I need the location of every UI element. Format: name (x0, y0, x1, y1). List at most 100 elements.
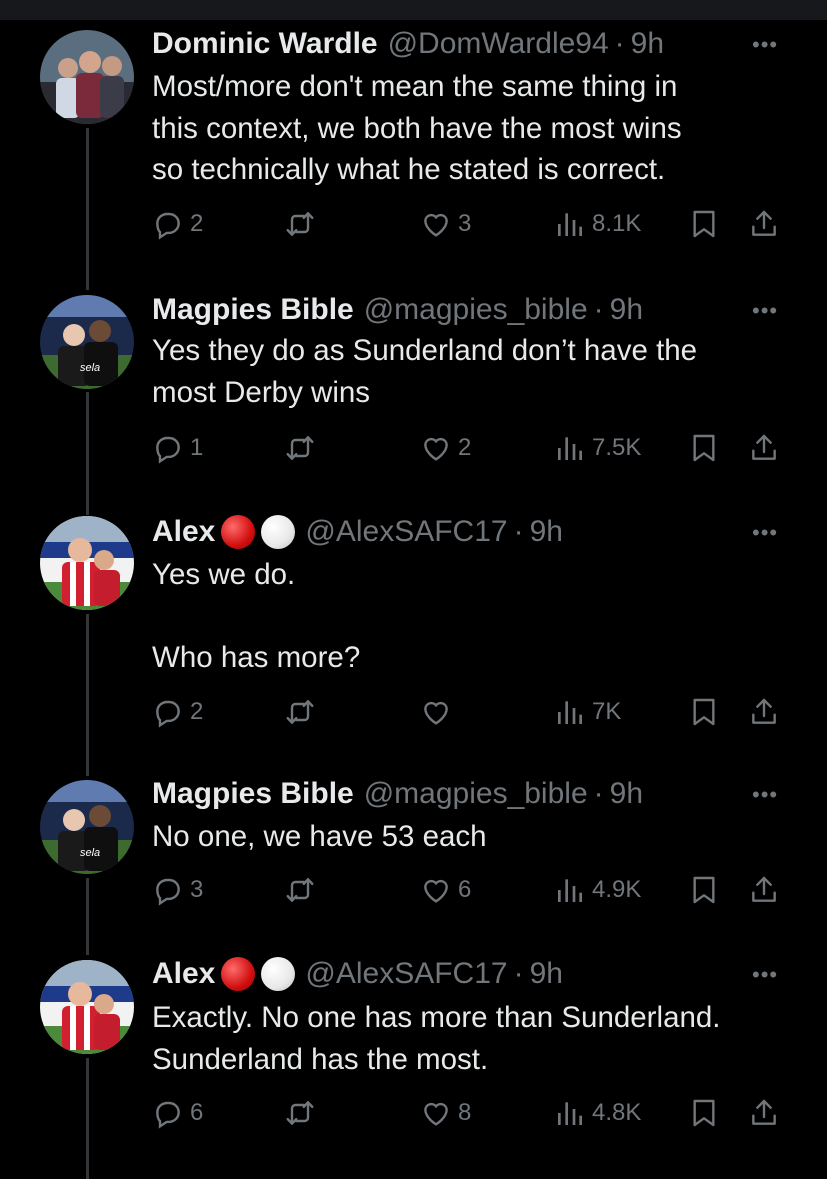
separator-dot: · (614, 27, 625, 60)
bookmark-button[interactable] (688, 870, 720, 910)
like-count: 2 (458, 434, 472, 461)
thread-connector-line (86, 128, 89, 290)
tweet-actions: 3 6 4.9K (152, 870, 782, 910)
reply-count: 6 (190, 1099, 204, 1126)
reply-button[interactable]: 6 (152, 1093, 203, 1133)
thread-connector-line (86, 1058, 89, 1179)
like-count: 6 (458, 876, 472, 903)
tweet-text: Yes they do as Sunderland don’t have the… (152, 334, 698, 409)
bookmark-button[interactable] (688, 692, 720, 732)
heart-icon (420, 874, 452, 906)
bookmark-button[interactable] (688, 1093, 720, 1133)
views-button[interactable]: 4.8K (554, 1093, 641, 1133)
more-icon[interactable]: ••• (752, 962, 778, 988)
views-button[interactable]: 7K (554, 692, 621, 732)
retweet-icon (284, 874, 316, 906)
views-button[interactable]: 8.1K (554, 204, 641, 244)
like-button[interactable] (420, 692, 458, 732)
retweet-button[interactable] (284, 870, 322, 910)
top-bar (0, 0, 827, 20)
tweet-actions: 6 8 4.8K (152, 1093, 782, 1133)
like-count: 3 (458, 210, 472, 237)
views-count: 4.9K (592, 876, 642, 903)
avatar[interactable]: sela (40, 780, 134, 874)
tweet-header: Magpies Bible @magpies_bible · 9h (152, 772, 643, 816)
avatar[interactable] (40, 960, 134, 1054)
share-button[interactable] (748, 870, 780, 910)
views-count: 4.8K (592, 1099, 642, 1126)
reply-button[interactable]: 2 (152, 204, 203, 244)
tweet-text: Most/more don't mean the same thing in t… (152, 70, 682, 186)
timestamp[interactable]: 9h (530, 957, 563, 991)
retweet-button[interactable] (284, 428, 322, 468)
bookmark-button[interactable] (688, 428, 720, 468)
white-circle-icon (261, 515, 296, 549)
reply-button[interactable]: 2 (152, 692, 203, 732)
thread-connector-line (86, 878, 89, 955)
like-button[interactable]: 8 (420, 1093, 471, 1133)
share-button[interactable] (748, 428, 780, 468)
thread-connector-line (86, 392, 89, 515)
display-name[interactable]: Dominic Wardle (152, 27, 378, 61)
tweet-text: No one, we have 53 each (152, 820, 487, 853)
share-icon (748, 208, 780, 240)
avatar[interactable] (40, 30, 134, 124)
views-count: 7K (592, 698, 622, 725)
display-name[interactable]: Magpies Bible (152, 293, 354, 327)
display-name[interactable]: Alex (152, 957, 215, 991)
separator-dot: · (593, 777, 604, 810)
more-icon[interactable]: ••• (752, 782, 778, 808)
avatar[interactable] (40, 516, 134, 610)
like-button[interactable]: 6 (420, 870, 471, 910)
white-circle-icon (261, 957, 296, 991)
retweet-button[interactable] (284, 692, 322, 732)
display-name[interactable]: Magpies Bible (152, 777, 354, 811)
red-circle-icon (221, 957, 256, 991)
like-count: 8 (458, 1099, 472, 1126)
user-handle[interactable]: @magpies_bible (364, 777, 588, 811)
views-count: 7.5K (592, 434, 642, 461)
share-button[interactable] (748, 204, 780, 244)
retweet-button[interactable] (284, 1093, 322, 1133)
reply-count: 1 (190, 434, 204, 461)
more-icon[interactable]: ••• (752, 298, 778, 324)
reply-count: 2 (190, 698, 204, 725)
share-button[interactable] (748, 692, 780, 732)
bookmark-button[interactable] (688, 204, 720, 244)
display-name[interactable]: Alex (152, 515, 215, 549)
reply-button[interactable]: 3 (152, 870, 203, 910)
timestamp[interactable]: 9h (610, 777, 643, 811)
tweet-header: Alex @AlexSAFC17 · 9h (152, 952, 563, 996)
reply-icon (152, 432, 184, 464)
like-button[interactable]: 2 (420, 428, 471, 468)
user-handle[interactable]: @AlexSAFC17 (305, 957, 507, 991)
bookmark-icon (688, 432, 720, 464)
user-handle[interactable]: @magpies_bible (364, 293, 588, 327)
avatar[interactable]: sela (40, 295, 134, 389)
share-icon (748, 874, 780, 906)
timestamp[interactable]: 9h (631, 27, 664, 61)
views-button[interactable]: 7.5K (554, 428, 641, 468)
tweet-actions: 1 2 7.5K (152, 428, 782, 468)
retweet-button[interactable] (284, 204, 322, 244)
user-handle[interactable]: @AlexSAFC17 (305, 515, 507, 549)
retweet-icon (284, 696, 316, 728)
separator-dot: · (513, 515, 524, 548)
separator-dot: · (513, 957, 524, 990)
reply-count: 2 (190, 210, 204, 237)
user-handle[interactable]: @DomWardle94 (388, 27, 609, 61)
like-button[interactable]: 3 (420, 204, 471, 244)
heart-icon (420, 432, 452, 464)
reply-button[interactable]: 1 (152, 428, 203, 468)
share-icon (748, 432, 780, 464)
views-button[interactable]: 4.9K (554, 870, 641, 910)
views-icon (554, 208, 586, 240)
timestamp[interactable]: 9h (610, 293, 643, 327)
heart-icon (420, 208, 452, 240)
timestamp[interactable]: 9h (530, 515, 563, 549)
tweet-header: Dominic Wardle @DomWardle94 · 9h (152, 22, 664, 66)
more-icon[interactable]: ••• (752, 520, 778, 546)
reply-icon (152, 1097, 184, 1129)
share-button[interactable] (748, 1093, 780, 1133)
more-icon[interactable]: ••• (752, 32, 778, 58)
